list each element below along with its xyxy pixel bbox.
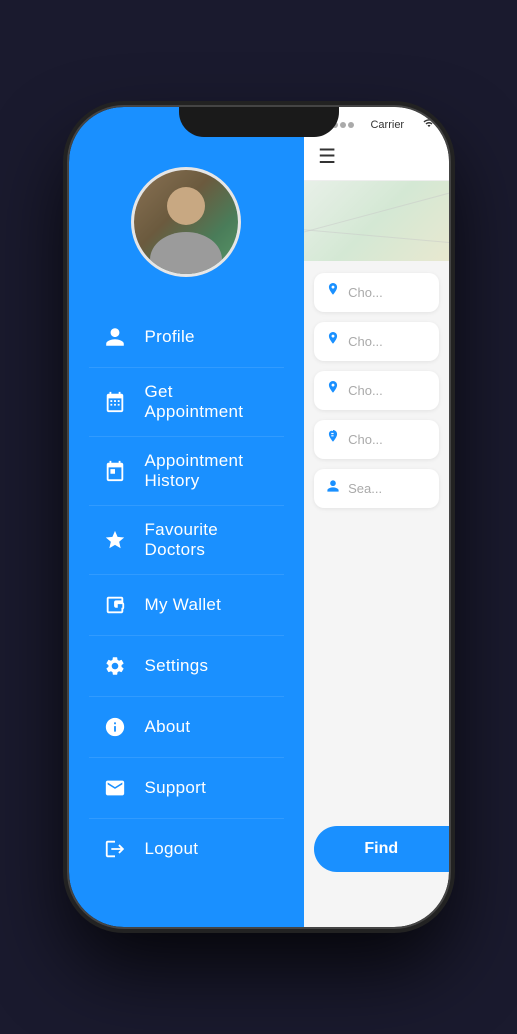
profile-icon [99, 321, 131, 353]
search-row-2[interactable]: Cho... [314, 322, 438, 361]
my-wallet-icon [99, 589, 131, 621]
map-line-1 [304, 189, 448, 235]
carrier-label: Carrier [370, 119, 404, 131]
favourite-doctors-icon [99, 524, 131, 556]
search-row-3[interactable]: Cho... [314, 371, 438, 410]
support-icon [99, 772, 131, 804]
search-row-5[interactable]: Sea... [314, 469, 438, 508]
sidebar-item-my-wallet[interactable]: My Wallet [89, 575, 285, 636]
location-icon-2 [326, 332, 340, 351]
map-background [304, 181, 448, 261]
my-wallet-label: My Wallet [145, 595, 222, 615]
location-icon-3 [326, 381, 340, 400]
get-appointment-label: Get Appointment [145, 382, 275, 422]
hospital-icon [326, 430, 340, 449]
phone-wrapper: Profile Get Appointment [0, 0, 517, 1034]
menu-list: Profile Get Appointment [69, 307, 305, 879]
profile-label: Profile [145, 327, 195, 347]
phone-notch [179, 107, 339, 137]
sidebar-item-profile[interactable]: Profile [89, 307, 285, 368]
support-label: Support [145, 778, 207, 798]
settings-icon [99, 650, 131, 682]
map-line-2 [304, 228, 448, 244]
search-area: Cho... Cho... [304, 261, 448, 520]
find-button-container[interactable]: Find [314, 826, 448, 872]
search-placeholder-3: Cho... [348, 383, 383, 398]
sidebar-item-about[interactable]: About [89, 697, 285, 758]
about-label: About [145, 717, 191, 737]
search-placeholder-4: Cho... [348, 432, 383, 447]
about-icon [99, 711, 131, 743]
sidebar-item-get-appointment[interactable]: Get Appointment [89, 368, 285, 437]
find-button[interactable]: Find [314, 826, 448, 872]
get-appointment-icon [99, 386, 131, 418]
doctor-search-icon [326, 479, 340, 498]
search-row-4[interactable]: Cho... [314, 420, 438, 459]
location-icon-1 [326, 283, 340, 302]
navigation-drawer: Profile Get Appointment [69, 107, 305, 927]
sidebar-item-support[interactable]: Support [89, 758, 285, 819]
hamburger-bar[interactable]: ☰ [304, 137, 448, 181]
appointment-history-icon [99, 455, 131, 487]
user-avatar-container[interactable] [131, 167, 241, 277]
sidebar-item-appointment-history[interactable]: Appointment History [89, 437, 285, 506]
main-content-panel: Carrier ☰ [304, 107, 448, 927]
search-placeholder-2: Cho... [348, 334, 383, 349]
favourite-doctors-label: Favourite Doctors [145, 520, 275, 560]
sidebar-item-settings[interactable]: Settings [89, 636, 285, 697]
appointment-history-label: Appointment History [145, 451, 275, 491]
logout-icon [99, 833, 131, 865]
search-placeholder-1: Cho... [348, 285, 383, 300]
logout-label: Logout [145, 839, 199, 859]
avatar [134, 167, 238, 277]
hamburger-icon[interactable]: ☰ [318, 146, 336, 168]
sidebar-item-logout[interactable]: Logout [89, 819, 285, 879]
search-row-1[interactable]: Cho... [314, 273, 438, 312]
sidebar-item-favourite-doctors[interactable]: Favourite Doctors [89, 506, 285, 575]
settings-label: Settings [145, 656, 209, 676]
wifi-icon [421, 117, 437, 132]
search-placeholder-5: Sea... [348, 481, 382, 496]
phone-frame: Profile Get Appointment [69, 107, 449, 927]
phone-screen: Profile Get Appointment [69, 107, 449, 927]
